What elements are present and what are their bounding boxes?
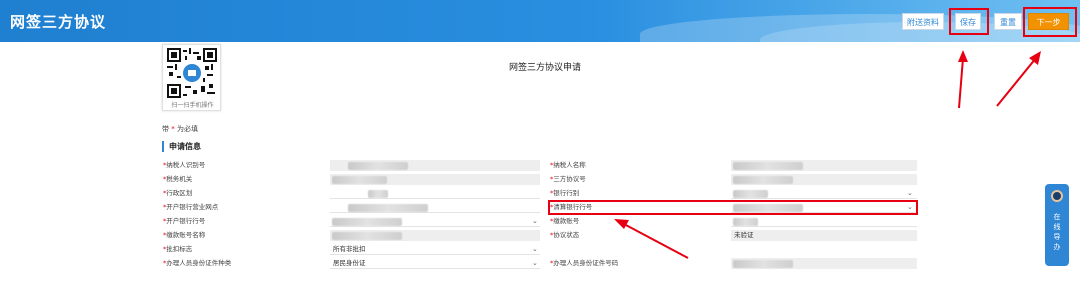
id-type-select[interactable]: 居民身份证 — [330, 258, 540, 269]
id-number-field[interactable] — [731, 258, 917, 269]
clearing-bank-highlight-box — [548, 200, 918, 215]
reset-button[interactable]: 重置 — [994, 13, 1022, 30]
bank-type-select[interactable] — [731, 188, 917, 199]
taxpayer-name-field[interactable] — [731, 160, 917, 171]
account-no-field[interactable] — [731, 216, 917, 227]
account-name-field[interactable] — [330, 230, 540, 241]
arrow-head-save — [958, 50, 968, 62]
field-label-account-name: *缴款账号名称 — [163, 231, 206, 239]
branch-select[interactable] — [330, 202, 540, 213]
form-row: *批扣标志 所有非批扣 ⌄ — [162, 243, 917, 255]
chevron-down-icon[interactable]: ⌄ — [907, 187, 913, 199]
next-highlight-box — [1023, 7, 1077, 37]
field-label-agreement-status: *协议状态 — [550, 231, 580, 239]
required-star: * — [171, 125, 175, 133]
chevron-down-icon[interactable]: ⌄ — [532, 215, 538, 227]
field-label-branch: *开户银行营业网点 — [163, 203, 219, 211]
field-label-agreement-no: *三方协议号 — [550, 175, 586, 183]
chevron-down-icon[interactable]: ⌄ — [532, 243, 538, 255]
section-title: 申请信息 — [162, 141, 201, 152]
qr-code-card: 扫一扫手机操作 — [162, 44, 221, 111]
taxpayer-id-field[interactable] — [330, 160, 540, 171]
form-title: 网签三方协议申请 — [508, 63, 581, 73]
qr-code-icon — [167, 48, 217, 98]
online-guide-label: 在线导办 — [1053, 213, 1061, 251]
field-label-bank-no: *开户银行行号 — [163, 217, 206, 225]
field-label-taxpayer-id: *纳税人识别号 — [163, 161, 206, 169]
attach-materials-button[interactable]: 附送资料 — [902, 13, 944, 30]
bank-no-select[interactable] — [330, 216, 540, 227]
field-label-account-no: *缴款账号 — [550, 217, 580, 225]
form-row: *办理人员身份证件种类 居民身份证 ⌄ *办理人员身份证件号码 — [162, 257, 917, 269]
field-label-taxpayer-name: *纳税人名称 — [550, 161, 586, 169]
field-label-bank-type: *银行行别 — [550, 189, 580, 197]
field-label-tax-authority: *税务机关 — [163, 175, 193, 183]
form-row: *行政区划 *银行行别 ⌄ — [162, 187, 917, 199]
chevron-down-icon[interactable]: ⌄ — [532, 257, 538, 269]
region-select[interactable] — [330, 188, 540, 199]
required-note: 带 * 为必填 — [162, 124, 198, 134]
batch-flag-select[interactable]: 所有非批扣 — [330, 244, 540, 255]
online-guide-widget[interactable]: 在线导办 — [1045, 184, 1069, 266]
tax-authority-field[interactable] — [330, 174, 540, 185]
guide-avatar-icon — [1051, 190, 1063, 202]
arrow-to-save — [958, 57, 964, 109]
form-row: *税务机关 *三方协议号 — [162, 173, 917, 185]
form-row: *纳税人识别号 *纳税人名称 — [162, 159, 917, 171]
form-row: *缴款账号名称 *协议状态 未验证 — [162, 229, 917, 241]
field-label-region: *行政区划 — [163, 189, 193, 197]
form-row: *开户银行行号 ⌄ *缴款账号 — [162, 215, 917, 227]
arrow-head-next — [1029, 51, 1041, 65]
arrow-to-next — [996, 57, 1037, 107]
top-bar: 网签三方协议 附送资料 保存 重置 下一步 — [0, 0, 1080, 42]
required-note-suffix: 为必填 — [176, 125, 198, 133]
field-label-batch-flag: *批扣标志 — [163, 245, 193, 253]
save-highlight-box — [949, 8, 989, 35]
field-label-id-number: *办理人员身份证件号码 — [550, 259, 619, 267]
qr-caption: 扫一扫手机操作 — [171, 102, 214, 109]
required-note-prefix: 带 — [162, 125, 169, 133]
field-label-id-type: *办理人员身份证件种类 — [163, 259, 232, 267]
agreement-no-field[interactable] — [731, 174, 917, 185]
app-title: 网签三方协议 — [10, 13, 107, 31]
agreement-status-field: 未验证 — [731, 230, 917, 241]
